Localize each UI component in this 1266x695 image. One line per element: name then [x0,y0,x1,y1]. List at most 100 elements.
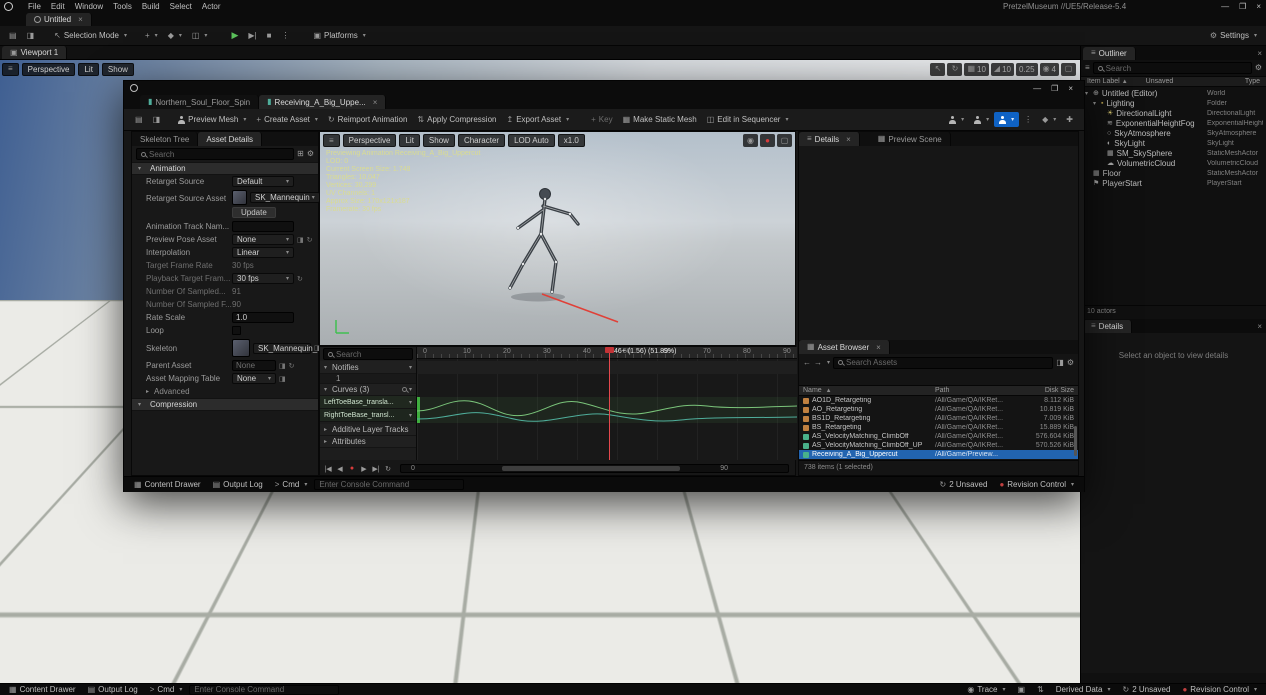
character-options-2[interactable]: ▾ [969,112,994,127]
doc-tab-receiving[interactable]: ▮ Receiving_A_Big_Uppe... × [259,95,386,109]
clear-icon[interactable]: ↻ [289,362,295,370]
playhead[interactable] [609,347,610,460]
trace-dropdown[interactable]: ◉Trace▾ [962,684,1010,695]
track-curve-right-toe[interactable]: RightToeBase_transl...▾ [320,409,416,422]
loop-checkbox[interactable] [232,326,241,335]
section-compression[interactable]: ▾Compression [132,398,318,411]
track-notifies-sub[interactable]: 1 [320,374,416,384]
update-button[interactable]: Update [232,207,276,218]
platforms-dropdown[interactable]: ▣ Platforms ▾ [308,28,370,43]
play-options-button[interactable]: ⋮ [276,28,294,43]
column-item-label[interactable]: Item Label [1087,78,1120,85]
asset-row[interactable]: AS_VelocityMatching_ClimbOff_UP/All/Game… [799,441,1078,450]
track-attributes[interactable]: ▸Attributes [320,436,416,448]
outliner-search-input[interactable] [1106,64,1247,73]
retarget-active-button[interactable]: ▾ [994,112,1019,127]
browse-to-asset-icon[interactable]: ◨ [279,375,286,383]
track-notifies[interactable]: ▾Notifies▾ [320,361,416,374]
console-input-wrap[interactable] [189,685,339,695]
interpolation-dropdown[interactable]: Linear▾ [232,247,294,258]
browse-button[interactable]: ◨ [22,28,40,43]
column-unsaved[interactable]: Unsaved [1146,78,1174,85]
browse-button[interactable]: ◨ [148,112,166,127]
outliner-row-world[interactable]: ▾⊕Untitled (Editor)World [1081,88,1266,98]
play-button[interactable]: ▶ [358,463,370,475]
skeleton-dropdown[interactable]: SK_Mannequin_...▾ [253,343,311,354]
expander-icon[interactable]: ▾ [324,364,332,371]
track-curve-left-toe[interactable]: LeftToeBase_transla...▾ [320,396,416,409]
chevron-down-icon[interactable]: ▾ [409,364,412,371]
asset-row[interactable]: AO1D_Retargeting/All/Game/QA/IKRet...8.1… [799,396,1078,405]
stop-button[interactable]: ■ [262,28,277,43]
outliner-row-heightfog[interactable]: ≋ExponentialHeightFogExponentialHeightFo… [1081,118,1266,128]
maximize-viewport-button[interactable]: ▢ [1061,63,1076,76]
asset-thumbnail[interactable] [232,190,247,205]
retarget-source-dropdown[interactable]: Default▾ [232,176,294,187]
playback-speed-dropdown[interactable]: x1.0 [558,134,585,147]
close-tab-icon[interactable]: × [876,343,881,352]
output-log-button[interactable]: ▤Output Log [208,478,268,491]
playhead-handle[interactable] [605,347,614,353]
section-animation[interactable]: ▾Animation [132,162,318,175]
apply-compression-button[interactable]: ⇅Apply Compression [412,112,501,127]
outliner-row-skyatmosphere[interactable]: ○SkyAtmosphereSkyAtmosphere [1081,128,1266,138]
filter-icon[interactable] [402,387,407,392]
camera-speed-button[interactable]: ◉4 [1040,63,1059,76]
asset-row-selected[interactable]: Receiving_A_Big_Uppercut/All/Game/Previe… [799,450,1078,459]
skeleton-thumbnail[interactable] [232,339,250,357]
console-input[interactable] [194,685,334,694]
column-name[interactable]: Name ▲ [803,387,935,394]
cinematics-button[interactable]: ◫▾ [187,28,213,43]
outliner-row-lighting[interactable]: ▾▪LightingFolder [1081,98,1266,108]
quick-add-button[interactable]: +▾ [140,28,163,43]
cmd-dropdown[interactable]: >Cmd▾ [270,478,313,491]
close-icon[interactable]: × [1251,0,1266,12]
level-tab-untitled[interactable]: Untitled × [26,13,92,26]
expander-icon[interactable]: ▸ [324,438,332,445]
minimize-icon[interactable]: — [1216,0,1234,12]
rate-scale-input[interactable]: 1.0 [232,312,294,323]
perspective-dropdown[interactable]: Perspective [22,63,76,76]
anim-title-bar[interactable]: — ❐ × [124,81,1084,95]
unsaved-button[interactable]: ↻2 Unsaved [934,478,992,491]
track-additive[interactable]: ▸Additive Layer Tracks [320,424,416,436]
key-button[interactable]: +Key [586,112,617,127]
menu-build[interactable]: Build [137,0,165,12]
cmd-dropdown[interactable]: >Cmd▾ [145,684,188,695]
grid-snap-button[interactable]: ▦10 [964,63,988,76]
outliner-options-icon[interactable]: ≡ [1085,64,1090,72]
scrollbar-thumb[interactable] [1074,426,1077,456]
unsaved-button[interactable]: ↻2 Unsaved [1117,684,1175,695]
track-canvas[interactable] [417,359,797,460]
animation-track-name-input[interactable] [232,221,294,232]
maximize-icon[interactable]: ❐ [1046,82,1063,94]
skip-button[interactable]: ▶| [243,28,261,43]
scale-snap-button[interactable]: 0.25 [1016,63,1038,76]
range-thumb[interactable] [502,466,680,471]
tab-skeleton-tree[interactable]: Skeleton Tree [132,132,198,146]
make-static-mesh-button[interactable]: ▦Make Static Mesh [618,112,702,127]
preview-mesh-dropdown[interactable]: Preview Mesh▾ [173,112,251,127]
outliner-row-floor[interactable]: ▦FloorStaticMeshActor [1081,168,1266,178]
panel-settings-icon[interactable]: ⚙ [307,150,314,158]
to-front-button[interactable]: |◀ [322,463,334,475]
menu-select[interactable]: Select [165,0,197,12]
tab-asset-details[interactable]: Asset Details [198,132,262,146]
chevron-down-icon[interactable]: ▾ [409,399,412,406]
translate-tool-button[interactable]: ↖ [930,63,945,76]
pose-options-button[interactable]: ◆▾ [1037,112,1061,127]
track-filter[interactable] [323,348,413,360]
menu-actor[interactable]: Actor [197,0,226,12]
menu-file[interactable]: File [23,0,46,12]
browser-settings-icon[interactable]: ⚙ [1067,359,1074,367]
content-drawer-button[interactable]: ▦Content Drawer [129,478,206,491]
record-button[interactable]: ● [346,463,358,475]
chevron-down-icon[interactable]: ▾ [409,386,412,393]
tab-anim-details[interactable]: ≡ Details × [799,132,860,146]
anim-preview-viewport[interactable]: ≡ Perspective Lit Show Character LOD Aut… [319,131,796,346]
step-back-button[interactable]: ◀ [334,463,346,475]
expander-icon[interactable]: ▾ [324,386,332,393]
expander-icon[interactable]: ▸ [324,426,332,433]
preview-lod-dropdown[interactable]: LOD Auto [508,134,555,147]
close-icon[interactable]: × [1063,82,1078,94]
